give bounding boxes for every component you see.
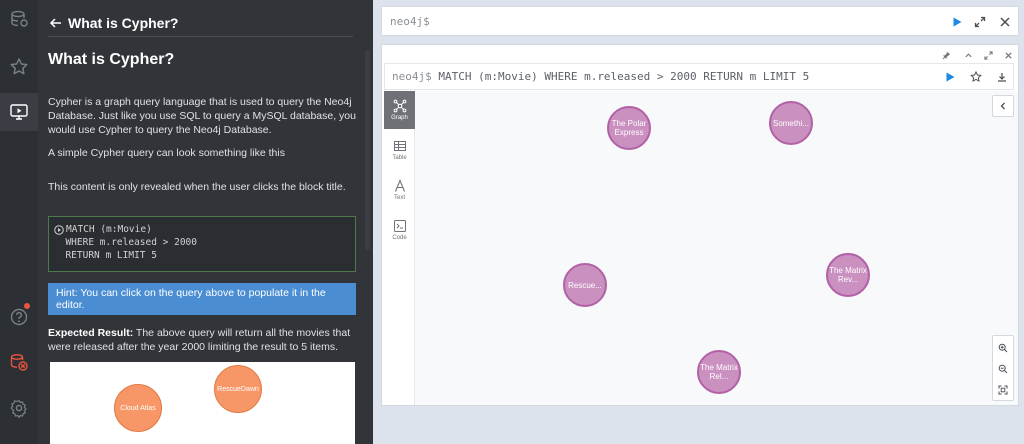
tab-text-label: Text bbox=[393, 195, 405, 201]
tab-graph-label: Graph bbox=[391, 115, 408, 121]
star-icon bbox=[970, 71, 982, 82]
expected-result-graph-image: Cloud Atlas RescueDawn bbox=[50, 362, 355, 444]
graph-canvas[interactable]: The Polar Express Somethi... Rescue... T… bbox=[415, 91, 1018, 405]
frame-query-bar[interactable]: neo4j$ MATCH (m:Movie) WHERE m.released … bbox=[384, 63, 1014, 90]
export-button[interactable] bbox=[995, 70, 1009, 84]
disconnected-icon bbox=[10, 354, 28, 371]
database-nav-button[interactable] bbox=[0, 0, 38, 38]
result-frame: neo4j$ MATCH (m:Movie) WHERE m.released … bbox=[381, 44, 1019, 406]
frame-prompt: neo4j$ bbox=[392, 70, 432, 83]
movie-node[interactable]: The Matrix Rel... bbox=[697, 350, 741, 394]
back-arrow-icon[interactable] bbox=[48, 15, 64, 31]
play-icon bbox=[946, 72, 955, 82]
reveal-paragraph: This content is only revealed when the u… bbox=[48, 181, 346, 193]
movie-node[interactable]: Rescue... bbox=[563, 263, 607, 307]
fit-screen-icon bbox=[998, 385, 1008, 394]
fit-to-screen-button[interactable] bbox=[993, 379, 1013, 400]
intro-paragraph: Cypher is a graph query language that is… bbox=[48, 96, 356, 136]
runnable-code-block[interactable]: MATCH (m:Movie) WHERE m.released > 2000 … bbox=[48, 216, 356, 272]
expected-result-label: Expected Result: bbox=[48, 327, 134, 339]
editor-prompt[interactable]: neo4j$ bbox=[390, 15, 430, 28]
help-icon bbox=[10, 308, 28, 326]
main-area: neo4j$ neo4j$ MATCH (m:Movie) WHERE m.re… bbox=[373, 0, 1024, 444]
close-icon bbox=[1004, 51, 1012, 59]
pin-frame-button[interactable] bbox=[940, 49, 952, 61]
result-node: RescueDawn bbox=[214, 365, 262, 413]
tab-table[interactable]: Table bbox=[384, 131, 415, 169]
gear-icon bbox=[10, 399, 27, 418]
monitor-play-icon bbox=[10, 104, 28, 120]
notification-dot bbox=[24, 303, 30, 309]
zoom-out-icon bbox=[998, 364, 1008, 373]
simple-query-paragraph: A simple Cypher query can look something… bbox=[48, 147, 285, 159]
zoom-controls bbox=[992, 335, 1014, 401]
drawer-header: What is Cypher? bbox=[48, 9, 353, 37]
zoom-in-icon bbox=[998, 343, 1008, 352]
graph-icon bbox=[393, 99, 406, 113]
movie-node[interactable]: The Polar Express bbox=[607, 106, 651, 150]
hint-banner: Hint: You can click on the query above t… bbox=[48, 283, 356, 315]
table-icon bbox=[393, 141, 406, 151]
view-tabs: Graph Table Text Code bbox=[384, 91, 415, 405]
guide-drawer: What is Cypher? What is Cypher? Cypher i… bbox=[38, 0, 373, 444]
code-line-3: RETURN m LIMIT 5 bbox=[54, 250, 157, 261]
fullscreen-frame-button[interactable] bbox=[982, 49, 994, 61]
scrollbar[interactable] bbox=[365, 50, 370, 250]
tab-text[interactable]: Text bbox=[384, 171, 415, 209]
favorite-query-button[interactable] bbox=[969, 70, 983, 84]
help-nav-button[interactable] bbox=[0, 298, 38, 336]
movie-node[interactable]: Somethi... bbox=[769, 101, 813, 145]
settings-nav-button[interactable] bbox=[0, 389, 38, 427]
pin-icon bbox=[942, 51, 950, 59]
expand-icon bbox=[983, 50, 993, 60]
text-icon bbox=[394, 179, 405, 192]
close-icon bbox=[1000, 17, 1010, 27]
chevron-left-icon bbox=[1000, 102, 1005, 110]
movie-node[interactable]: The Matrix Rev... bbox=[826, 253, 870, 297]
expected-result-paragraph: Expected Result: The above query will re… bbox=[48, 326, 356, 354]
expand-icon bbox=[974, 16, 986, 28]
result-node: Cloud Atlas bbox=[114, 384, 162, 432]
zoom-in-button[interactable] bbox=[993, 337, 1013, 358]
play-circle-icon bbox=[54, 224, 64, 235]
code-line-2: WHERE m.released > 2000 bbox=[54, 237, 197, 248]
connection-status-button[interactable] bbox=[0, 343, 38, 381]
database-icon bbox=[11, 10, 28, 27]
guide-heading: What is Cypher? bbox=[48, 51, 175, 68]
toggle-inspector-button[interactable] bbox=[992, 95, 1014, 117]
download-icon bbox=[998, 73, 1006, 82]
tab-graph[interactable]: Graph bbox=[384, 91, 415, 129]
run-query-button[interactable] bbox=[950, 15, 964, 29]
fullscreen-editor-button[interactable] bbox=[973, 15, 987, 29]
tab-code[interactable]: Code bbox=[384, 211, 415, 249]
left-nav-rail bbox=[0, 0, 38, 444]
clear-editor-button[interactable] bbox=[998, 15, 1012, 29]
rerun-query-button[interactable] bbox=[943, 70, 957, 84]
guides-nav-button[interactable] bbox=[0, 93, 38, 131]
frame-query-text[interactable]: MATCH (m:Movie) WHERE m.released > 2000 … bbox=[432, 70, 809, 83]
drawer-title[interactable]: What is Cypher? bbox=[68, 15, 178, 31]
tab-code-label: Code bbox=[392, 235, 407, 241]
favorites-nav-button[interactable] bbox=[0, 48, 38, 86]
guide-content: What is Cypher? Cypher is a graph query … bbox=[48, 40, 356, 354]
play-icon bbox=[953, 17, 962, 27]
code-line-1: MATCH (m:Movie) bbox=[66, 224, 152, 235]
zoom-out-button[interactable] bbox=[993, 358, 1013, 379]
collapse-frame-button[interactable] bbox=[962, 49, 974, 61]
chevron-up-icon bbox=[964, 52, 972, 57]
query-editor[interactable]: neo4j$ bbox=[381, 6, 1019, 36]
tab-table-label: Table bbox=[392, 155, 407, 161]
close-frame-button[interactable] bbox=[1002, 49, 1014, 61]
code-icon bbox=[393, 220, 406, 232]
star-icon bbox=[10, 58, 28, 75]
